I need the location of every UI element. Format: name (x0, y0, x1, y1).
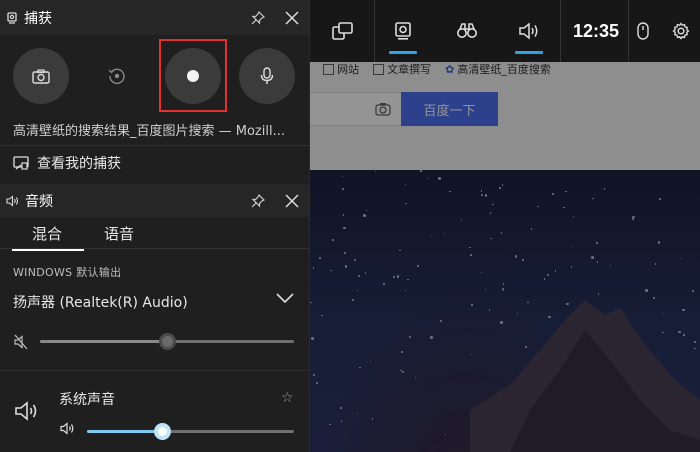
divider (374, 0, 375, 62)
close-icon (285, 193, 299, 208)
speaker-icon (15, 401, 37, 421)
pin-button[interactable] (241, 183, 275, 218)
master-volume-slider[interactable] (40, 333, 294, 350)
screenshot-camera-icon (32, 68, 50, 84)
app-name: 系统声音 (59, 392, 115, 408)
audio-icon (519, 22, 538, 40)
divider (0, 370, 310, 371)
microphone-icon (260, 67, 274, 84)
app-mute-button[interactable] (60, 422, 75, 439)
pin-icon (251, 10, 265, 24)
capture-header: 捕获 (0, 0, 309, 35)
active-indicator (515, 51, 543, 54)
output-device-select[interactable]: 扬声器 (Realtek(R) Audio) (13, 292, 188, 312)
app-speaker-icon-wrap (14, 400, 40, 426)
view-captures-label: 查看我的捕获 (37, 156, 121, 172)
widget-title: 捕获 (24, 10, 52, 27)
mouse-button[interactable] (628, 0, 658, 62)
close-icon (285, 10, 299, 25)
capture-toggle-button[interactable] (378, 0, 428, 62)
speaker-small-icon (6, 194, 18, 207)
clock: 12:35 (572, 20, 620, 41)
widget-title: 音频 (25, 193, 53, 210)
widget-menu-button[interactable] (318, 0, 368, 62)
close-button[interactable] (275, 183, 309, 218)
record-last-button[interactable] (89, 48, 145, 104)
device-dropdown-button[interactable] (276, 292, 294, 308)
favorite-star-icon[interactable]: ☆ (281, 390, 294, 406)
record-last-icon (108, 68, 125, 85)
close-button[interactable] (275, 0, 309, 35)
slider-fill (87, 430, 162, 433)
capture-buttons (0, 35, 309, 117)
slider-thumb[interactable] (159, 333, 176, 350)
record-highlight-box (159, 39, 227, 112)
screenshot-button[interactable] (13, 48, 69, 104)
view-captures-link[interactable]: 查看我的捕获 (13, 151, 121, 175)
pin-icon (251, 193, 265, 207)
speaker-small-icon (60, 422, 74, 435)
looking-for-group-button[interactable] (442, 0, 492, 62)
active-indicator (389, 51, 417, 54)
settings-button[interactable] (666, 0, 696, 62)
divider (0, 145, 310, 146)
background-browser: ł 网站 文章撰写 ✿高清壁纸_百度搜索 百度一下 (310, 0, 700, 452)
mouse-icon (637, 22, 649, 40)
overlay-dim (310, 0, 700, 452)
widget-menu-icon (332, 22, 353, 40)
microphone-toggle-button[interactable] (239, 48, 295, 104)
chevron-down-icon (276, 293, 294, 304)
divider (560, 0, 561, 62)
pin-button[interactable] (241, 0, 275, 35)
binoculars-icon (457, 23, 477, 38)
speaker-muted-icon (14, 334, 28, 350)
capture-icon (395, 22, 411, 40)
capture-source-title: 高清壁纸的搜索结果_百度图片搜索 — Mozill... (13, 124, 285, 139)
capture-widget: 捕获 高清壁纸的搜索结果_百度图片搜索 — Mozill... 查看我的捕获 (0, 0, 310, 183)
divider (0, 248, 310, 249)
slider-fill (40, 340, 167, 343)
capture-icon (7, 11, 17, 24)
app-volume-slider[interactable] (87, 423, 294, 440)
slider-thumb[interactable] (153, 423, 171, 440)
output-section-label: WINDOWS 默认输出 (13, 266, 122, 279)
audio-toggle-button[interactable] (504, 0, 554, 62)
game-bar-top: 12:35 (310, 0, 700, 62)
audio-widget: 音频 混合 语音 WINDOWS 默认输出 扬声器 (Realtek(R) Au… (0, 184, 310, 452)
settings-gear-icon (672, 22, 690, 40)
audio-header: 音频 (0, 184, 309, 217)
gallery-icon (13, 156, 29, 170)
master-mute-button[interactable] (14, 334, 28, 354)
